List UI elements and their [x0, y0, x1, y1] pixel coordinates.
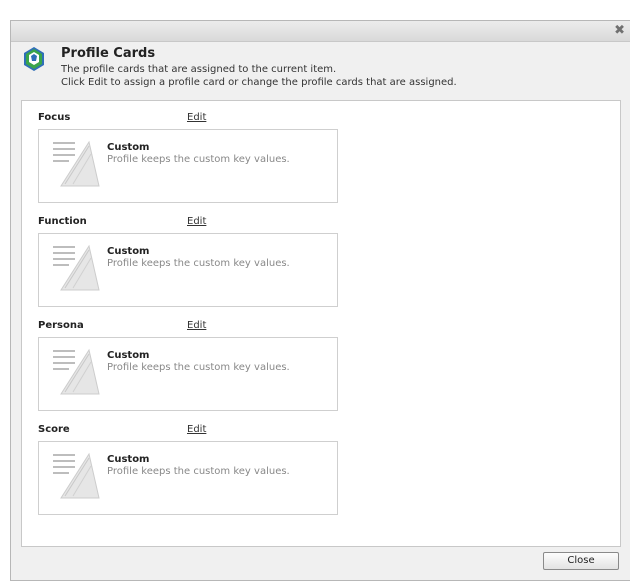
- section-label: Persona: [38, 320, 84, 331]
- card-description: Profile keeps the custom key values.: [107, 258, 290, 269]
- close-button[interactable]: Close: [543, 552, 619, 570]
- edit-link[interactable]: Edit: [187, 320, 206, 331]
- profile-cards-icon: [24, 47, 44, 71]
- custom-profile-icon: [53, 348, 100, 395]
- card-description: Profile keeps the custom key values.: [107, 362, 290, 373]
- dialog-description-line2: Click Edit to assign a profile card or c…: [61, 77, 457, 88]
- dialog-title: Profile Cards: [61, 46, 156, 61]
- edit-link[interactable]: Edit: [187, 216, 206, 227]
- profile-card: Custom Profile keeps the custom key valu…: [38, 441, 338, 515]
- profile-card: Custom Profile keeps the custom key valu…: [38, 233, 338, 307]
- profile-card: Custom Profile keeps the custom key valu…: [38, 129, 338, 203]
- section-label: Function: [38, 216, 87, 227]
- card-title: Custom: [107, 454, 150, 465]
- profile-cards-dialog: ✖ Profile Cards The profile cards that a…: [10, 20, 630, 581]
- card-description: Profile keeps the custom key values.: [107, 154, 290, 165]
- edit-link[interactable]: Edit: [187, 112, 206, 123]
- profile-cards-list: Focus Edit Custom Profile keeps the cust…: [21, 100, 621, 547]
- custom-profile-icon: [53, 140, 100, 187]
- card-title: Custom: [107, 142, 150, 153]
- close-icon[interactable]: ✖: [614, 23, 625, 39]
- card-title: Custom: [107, 350, 150, 361]
- custom-profile-icon: [53, 244, 100, 291]
- edit-link[interactable]: Edit: [187, 424, 206, 435]
- section-label: Focus: [38, 112, 71, 123]
- section-label: Score: [38, 424, 70, 435]
- card-title: Custom: [107, 246, 150, 257]
- dialog-description-line1: The profile cards that are assigned to t…: [61, 64, 337, 75]
- custom-profile-icon: [53, 452, 100, 499]
- card-description: Profile keeps the custom key values.: [107, 466, 290, 477]
- dialog-header: Profile Cards The profile cards that are…: [11, 42, 630, 102]
- profile-card: Custom Profile keeps the custom key valu…: [38, 337, 338, 411]
- dialog-titlebar: ✖: [11, 21, 630, 42]
